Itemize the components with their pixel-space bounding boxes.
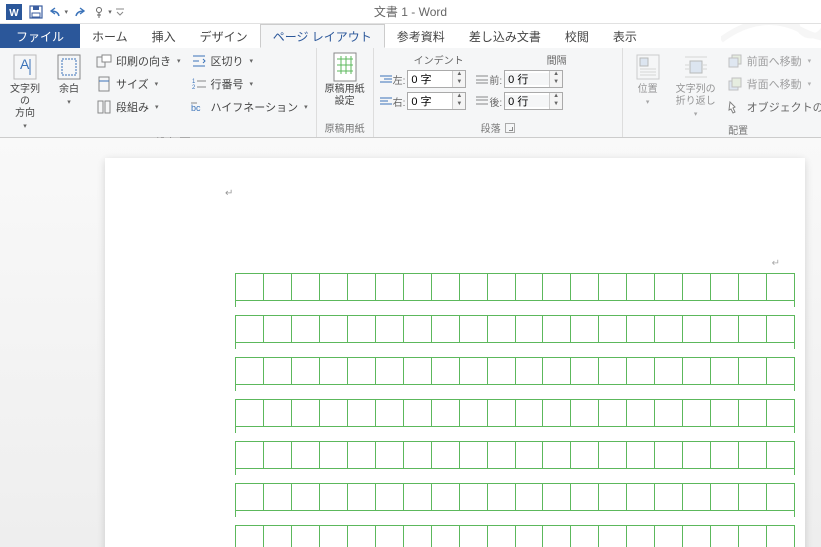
- titlebar: W ▾ ▾ 文書 1 - Word: [0, 0, 821, 24]
- spacing-after-label: 後:: [476, 94, 502, 109]
- window-title: 文書 1 - Word: [374, 3, 447, 20]
- tab-mailings[interactable]: 差し込み文書: [457, 24, 553, 48]
- orientation-icon: [96, 53, 112, 69]
- undo-icon[interactable]: ▾: [48, 2, 68, 22]
- qat-customize-icon[interactable]: [114, 2, 126, 22]
- hyphenation-button[interactable]: bc ハイフネーション▾: [187, 96, 312, 118]
- columns-icon: [96, 99, 112, 115]
- group-label-arrange: 配置: [728, 122, 748, 137]
- spacing-before-label: 前:: [476, 72, 502, 87]
- tab-page-layout[interactable]: ページ レイアウト: [260, 24, 385, 48]
- tab-review[interactable]: 校閲: [553, 24, 601, 48]
- indent-right-label: 右:: [380, 94, 406, 109]
- send-backward-icon: [727, 76, 743, 92]
- spacing-before-spinner[interactable]: ▲▼: [504, 70, 563, 88]
- line-numbers-icon: 12: [191, 76, 207, 92]
- svg-text:2: 2: [192, 85, 196, 91]
- tab-home[interactable]: ホーム: [80, 24, 140, 48]
- redo-icon[interactable]: [70, 2, 90, 22]
- spacing-header: 間隔: [498, 52, 616, 67]
- word-icon[interactable]: W: [4, 2, 24, 22]
- group-label-manuscript: 原稿用紙: [325, 120, 365, 135]
- hyphenation-icon: bc: [191, 99, 207, 115]
- size-button[interactable]: サイズ▾: [92, 73, 185, 95]
- indent-left-label: 左:: [380, 72, 406, 87]
- tab-insert[interactable]: 挿入: [140, 24, 188, 48]
- tab-references[interactable]: 参考資料: [385, 24, 457, 48]
- margins-button[interactable]: 余白 ▾: [48, 50, 90, 108]
- tab-file[interactable]: ファイル: [0, 24, 80, 48]
- ribbon-tabs: ファイル ホーム 挿入 デザイン ページ レイアウト 参考資料 差し込み文書 校…: [0, 24, 821, 48]
- ruler-mark-icon: ↵: [772, 258, 780, 269]
- manuscript-settings-button[interactable]: 原稿用紙 設定: [321, 50, 369, 110]
- tab-design[interactable]: デザイン: [188, 24, 260, 48]
- touch-mode-icon[interactable]: ▾: [92, 2, 112, 22]
- spin-down[interactable]: ▼: [453, 79, 465, 87]
- save-icon[interactable]: [26, 2, 46, 22]
- selection-pane-button[interactable]: オブジェクトの選択: [723, 96, 821, 118]
- send-backward-button[interactable]: 背面へ移動▾: [723, 73, 821, 95]
- group-paragraph: インデント 間隔 左: ▲▼ 前: ▲▼ 右: ▲▼ 後: ▲▼: [374, 48, 623, 137]
- bring-forward-icon: [727, 53, 743, 69]
- group-page-setup: A 文字列の 方向 ▾ 余白 ▾ 印刷の向き▾ サイズ▾: [0, 48, 317, 137]
- svg-text:W: W: [9, 8, 19, 19]
- columns-button[interactable]: 段組み▾: [92, 96, 185, 118]
- wrap-text-button[interactable]: 文字列の 折り返し▾: [671, 50, 721, 120]
- breaks-button[interactable]: 区切り▾: [187, 50, 312, 72]
- orientation-button[interactable]: 印刷の向き▾: [92, 50, 185, 72]
- spin-up[interactable]: ▲: [453, 71, 465, 79]
- group-manuscript: 原稿用紙 設定 原稿用紙: [317, 48, 374, 137]
- svg-text:A: A: [20, 56, 30, 72]
- ribbon: A 文字列の 方向 ▾ 余白 ▾ 印刷の向き▾ サイズ▾: [0, 48, 821, 138]
- line-numbers-button[interactable]: 12 行番号▾: [187, 73, 312, 95]
- group-label-paragraph: 段落: [481, 120, 501, 135]
- paragraph-launcher[interactable]: [505, 123, 515, 133]
- indent-header: インデント: [380, 52, 498, 67]
- selection-pane-icon: [727, 99, 743, 115]
- svg-text:bc: bc: [191, 103, 201, 113]
- bring-forward-button[interactable]: 前面へ移動▾: [723, 50, 821, 72]
- size-icon: [96, 76, 112, 92]
- document-area[interactable]: ↵ ↵: [0, 138, 821, 547]
- tab-view[interactable]: 表示: [601, 24, 649, 48]
- quick-access-toolbar: W ▾ ▾: [0, 2, 130, 22]
- breaks-icon: [191, 53, 207, 69]
- spacing-after-spinner[interactable]: ▲▼: [504, 92, 563, 110]
- indent-right-spinner[interactable]: ▲▼: [407, 92, 466, 110]
- paragraph-mark-icon: ↵: [225, 188, 233, 199]
- indent-left-spinner[interactable]: ▲▼: [407, 70, 466, 88]
- text-direction-button[interactable]: A 文字列の 方向 ▾: [4, 50, 46, 132]
- manuscript-grid: [235, 273, 795, 547]
- page[interactable]: ↵ ↵: [105, 158, 805, 547]
- group-arrange: 位置▾ 文字列の 折り返し▾ 前面へ移動▾ 背面へ移動▾ オブジェクトの選択: [623, 48, 821, 137]
- position-button[interactable]: 位置▾: [627, 50, 669, 108]
